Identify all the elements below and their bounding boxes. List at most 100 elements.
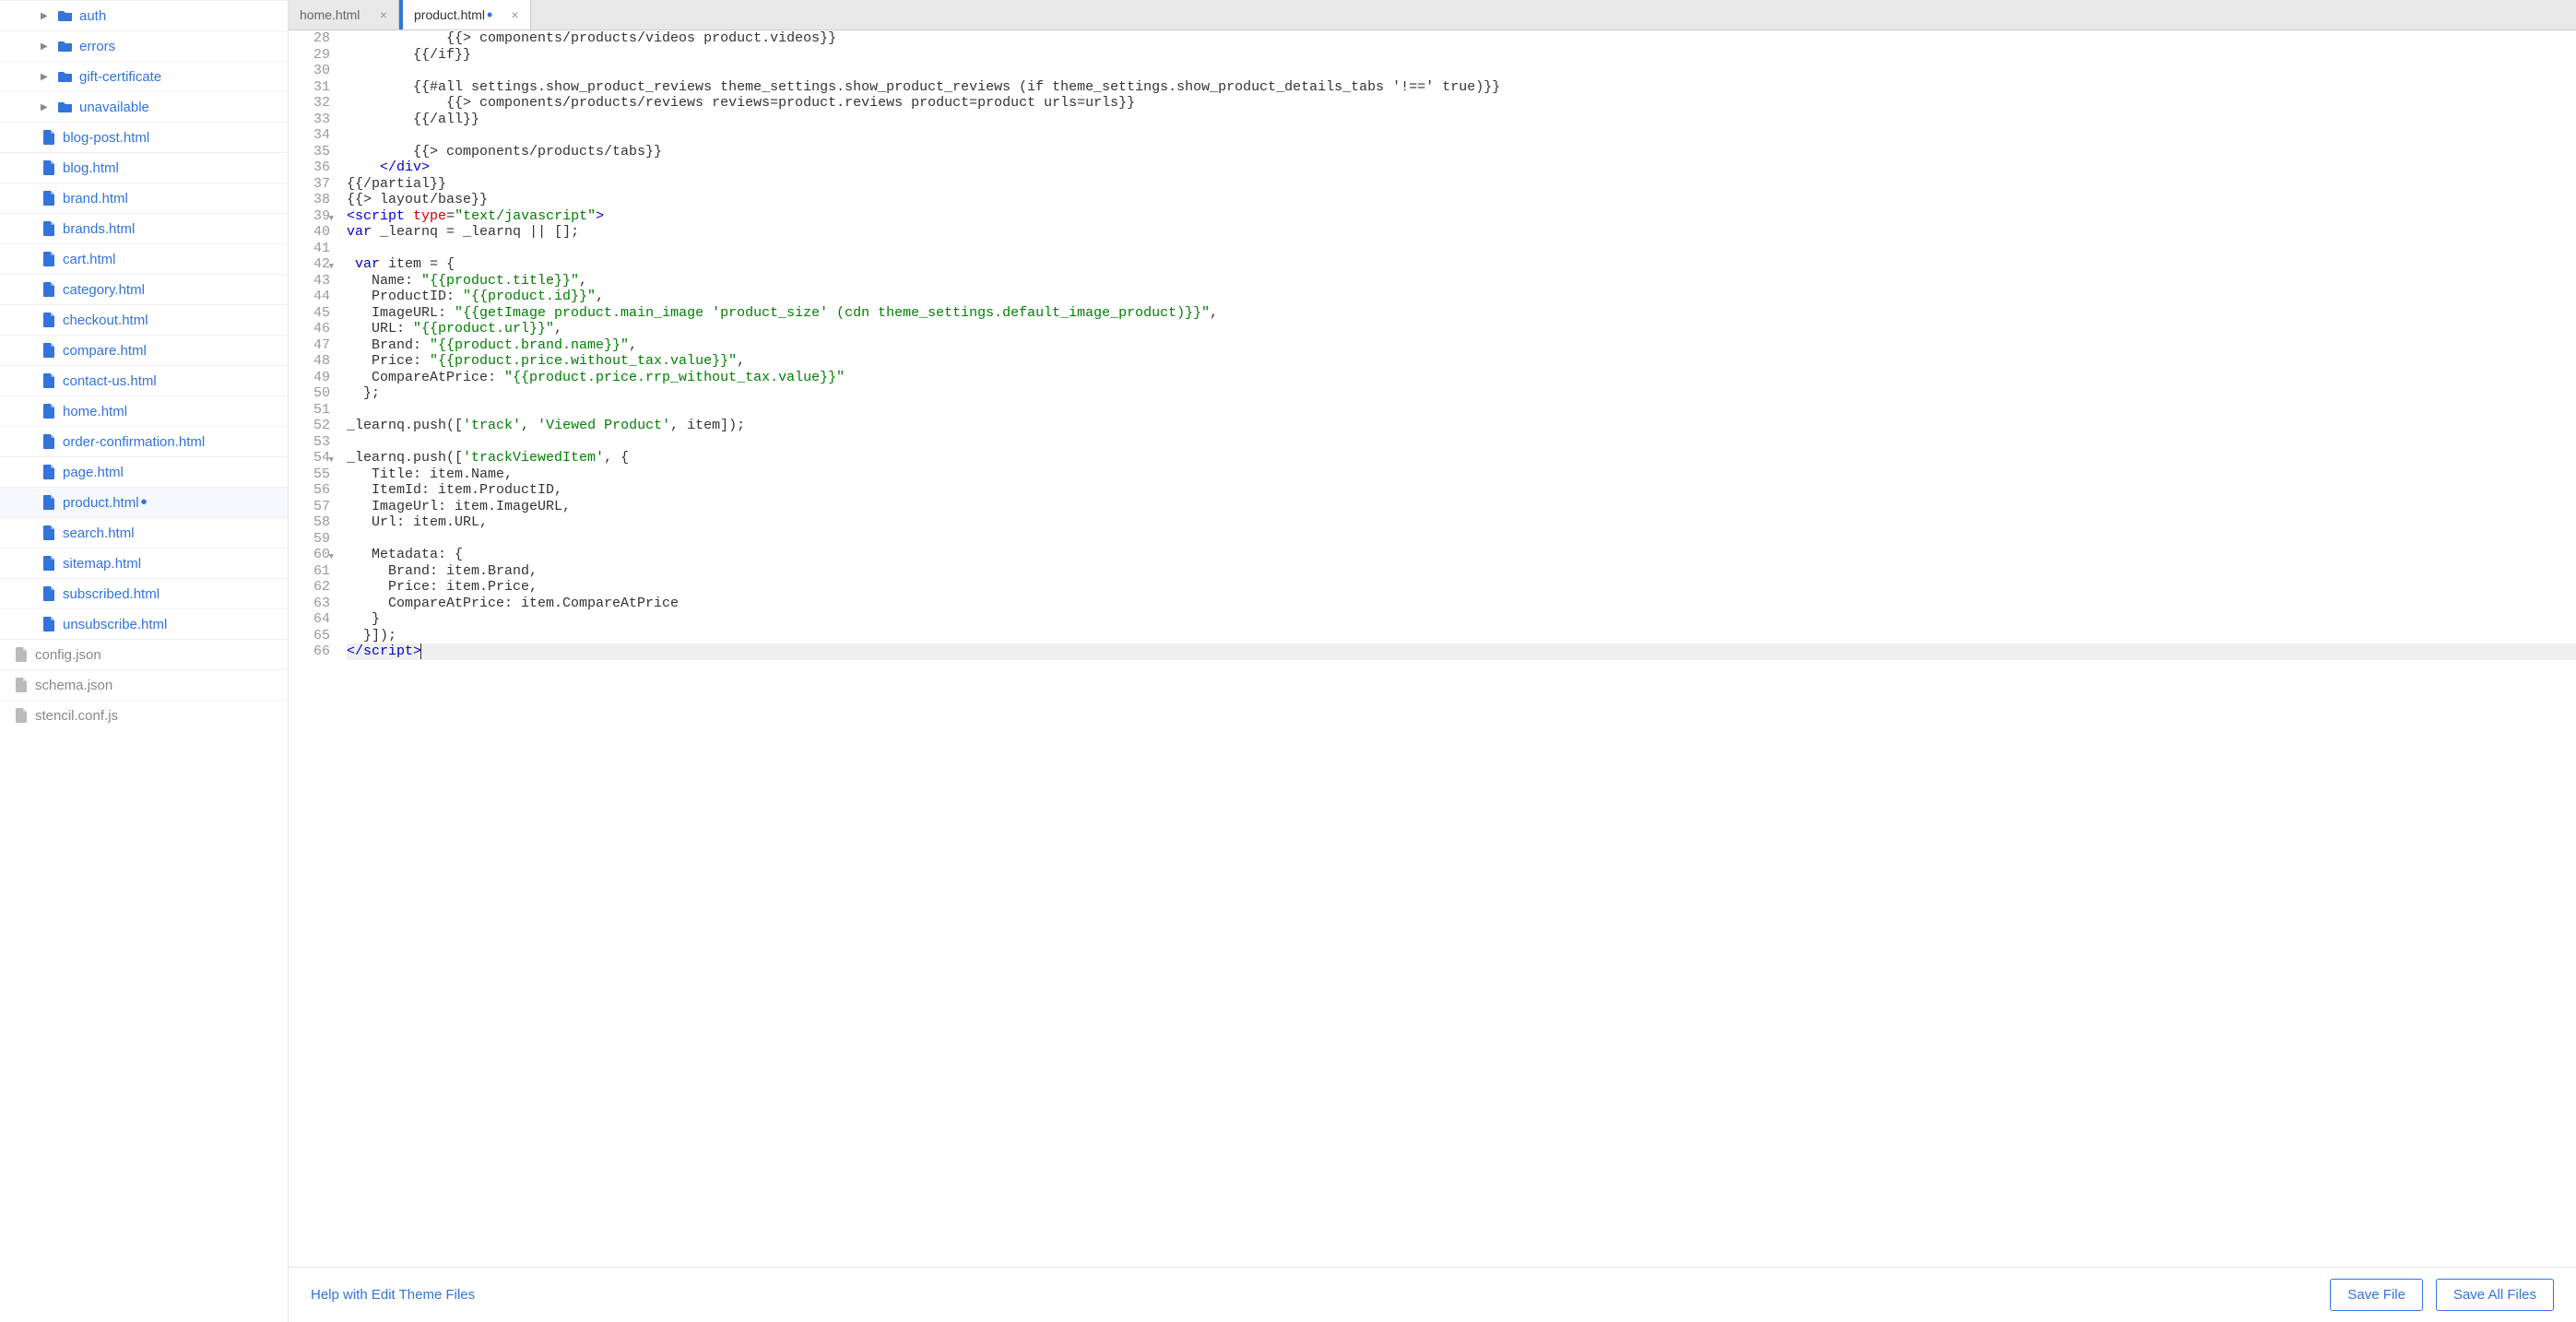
code-line[interactable]: }; <box>347 385 2576 402</box>
code-line[interactable]: ImageUrl: item.ImageURL, <box>347 499 2576 515</box>
code-line[interactable] <box>347 531 2576 548</box>
code-line[interactable]: </script> <box>347 643 2576 660</box>
file-label: checkout.html <box>63 313 148 328</box>
line-number: 29 <box>289 47 330 64</box>
code-line[interactable] <box>347 434 2576 451</box>
chevron-right-icon: ▶ <box>41 11 52 21</box>
code-line[interactable]: CompareAtPrice: item.CompareAtPrice <box>347 596 2576 612</box>
line-number: 66 <box>289 643 330 660</box>
help-link[interactable]: Help with Edit Theme Files <box>311 1287 475 1303</box>
line-number-gutter: 282930313233343536373839▼404142▼43444546… <box>289 30 339 1267</box>
code-content[interactable]: {{> components/products/videos product.v… <box>339 30 2576 1267</box>
folder-item[interactable]: ▶auth <box>0 0 288 30</box>
folder-item[interactable]: ▶ gift-certificate <box>0 61 288 91</box>
line-number: 50 <box>289 385 330 402</box>
file-item[interactable]: brand.html <box>0 183 288 213</box>
code-line[interactable]: var _learnq = _learnq || []; <box>347 224 2576 241</box>
code-line[interactable]: } <box>347 611 2576 628</box>
folder-label: gift-certificate <box>79 69 161 85</box>
editor-tab[interactable]: product.html•× <box>399 0 531 30</box>
code-line[interactable]: CompareAtPrice: "{{product.price.rrp_wit… <box>347 370 2576 386</box>
code-line[interactable] <box>347 63 2576 79</box>
file-item[interactable]: checkout.html <box>0 304 288 335</box>
line-number: 48 <box>289 353 330 370</box>
root-file-item[interactable]: stencil.conf.js <box>0 700 288 730</box>
file-item[interactable]: search.html <box>0 517 288 548</box>
code-line[interactable]: URL: "{{product.url}}", <box>347 321 2576 337</box>
code-line[interactable]: _learnq.push(['track', 'Viewed Product',… <box>347 418 2576 434</box>
file-label: unsubscribe.html <box>63 617 167 632</box>
code-line[interactable]: {{/if}} <box>347 47 2576 64</box>
file-item[interactable]: blog.html <box>0 152 288 183</box>
code-line[interactable]: ImageURL: "{{getImage product.main_image… <box>347 305 2576 322</box>
chevron-right-icon: ▶ <box>41 72 52 82</box>
code-line[interactable]: Metadata: { <box>347 547 2576 563</box>
file-item[interactable]: subscribed.html <box>0 578 288 608</box>
code-line[interactable]: Price: "{{product.price.without_tax.valu… <box>347 353 2576 370</box>
file-icon <box>13 678 30 692</box>
code-line[interactable]: ProductID: "{{product.id}}", <box>347 289 2576 305</box>
code-line[interactable]: _learnq.push(['trackViewedItem', { <box>347 450 2576 466</box>
folder-item[interactable]: ▶errors <box>0 30 288 61</box>
editor-tab[interactable]: home.html × <box>289 0 399 30</box>
file-label: category.html <box>63 282 145 298</box>
code-line[interactable]: {{/partial}} <box>347 176 2576 193</box>
code-line[interactable]: }]); <box>347 628 2576 644</box>
line-number: 31 <box>289 79 330 96</box>
line-number: 42▼ <box>289 256 330 273</box>
root-file-item[interactable]: schema.json <box>0 669 288 700</box>
tab-label: home.html <box>300 7 361 22</box>
code-line[interactable]: </div> <box>347 159 2576 176</box>
code-line[interactable] <box>347 241 2576 257</box>
line-number: 40 <box>289 224 330 241</box>
folder-item[interactable]: ▶unavailable <box>0 91 288 122</box>
code-line[interactable]: ItemId: item.ProductID, <box>347 482 2576 499</box>
file-item[interactable]: compare.html <box>0 335 288 365</box>
code-line[interactable]: {{/all}} <box>347 112 2576 128</box>
code-line[interactable]: {{> components/products/reviews reviews=… <box>347 95 2576 112</box>
file-item[interactable]: brands.html <box>0 213 288 243</box>
file-item[interactable]: sitemap.html <box>0 548 288 578</box>
line-number: 61 <box>289 563 330 580</box>
code-line[interactable] <box>347 127 2576 144</box>
code-line[interactable] <box>347 402 2576 419</box>
line-number: 52 <box>289 418 330 434</box>
code-line[interactable]: Brand: "{{product.brand.name}}", <box>347 337 2576 354</box>
code-line[interactable]: {{> layout/base}} <box>347 192 2576 208</box>
code-line[interactable]: {{> components/products/tabs}} <box>347 144 2576 160</box>
code-line[interactable]: Name: "{{product.title}}", <box>347 273 2576 289</box>
code-line[interactable]: Title: item.Name, <box>347 466 2576 483</box>
file-icon <box>41 221 57 236</box>
line-number: 59 <box>289 531 330 548</box>
file-item[interactable]: product.html• <box>0 487 288 517</box>
file-label: contact-us.html <box>63 373 157 389</box>
file-item[interactable]: order-confirmation.html <box>0 426 288 456</box>
save-all-files-button[interactable]: Save All Files <box>2436 1279 2554 1311</box>
file-item[interactable]: contact-us.html <box>0 365 288 395</box>
code-line[interactable]: Price: item.Price, <box>347 579 2576 596</box>
code-line[interactable]: <script type="text/javascript"> <box>347 208 2576 225</box>
save-file-button[interactable]: Save File <box>2330 1279 2423 1311</box>
code-line[interactable]: Brand: item.Brand, <box>347 563 2576 580</box>
file-icon <box>41 495 57 510</box>
code-editor[interactable]: 282930313233343536373839▼404142▼43444546… <box>289 30 2576 1267</box>
file-item[interactable]: home.html <box>0 395 288 426</box>
file-item[interactable]: category.html <box>0 274 288 304</box>
root-file-item[interactable]: config.json <box>0 639 288 669</box>
file-label: blog.html <box>63 160 119 176</box>
file-item[interactable]: unsubscribe.html <box>0 608 288 639</box>
code-line[interactable]: {{> components/products/videos product.v… <box>347 30 2576 47</box>
close-icon[interactable]: × <box>380 7 387 22</box>
file-item[interactable]: page.html <box>0 456 288 487</box>
line-number: 45 <box>289 305 330 322</box>
file-item[interactable]: blog-post.html <box>0 122 288 152</box>
file-item[interactable]: cart.html <box>0 243 288 274</box>
file-label: home.html <box>63 404 127 419</box>
close-icon[interactable]: × <box>511 7 518 22</box>
code-line[interactable]: var item = { <box>347 256 2576 273</box>
code-line[interactable]: Url: item.URL, <box>347 514 2576 531</box>
line-number: 51 <box>289 402 330 419</box>
file-label: order-confirmation.html <box>63 434 205 450</box>
code-line[interactable]: {{#all settings.show_product_reviews the… <box>347 79 2576 96</box>
line-number: 28 <box>289 30 330 47</box>
